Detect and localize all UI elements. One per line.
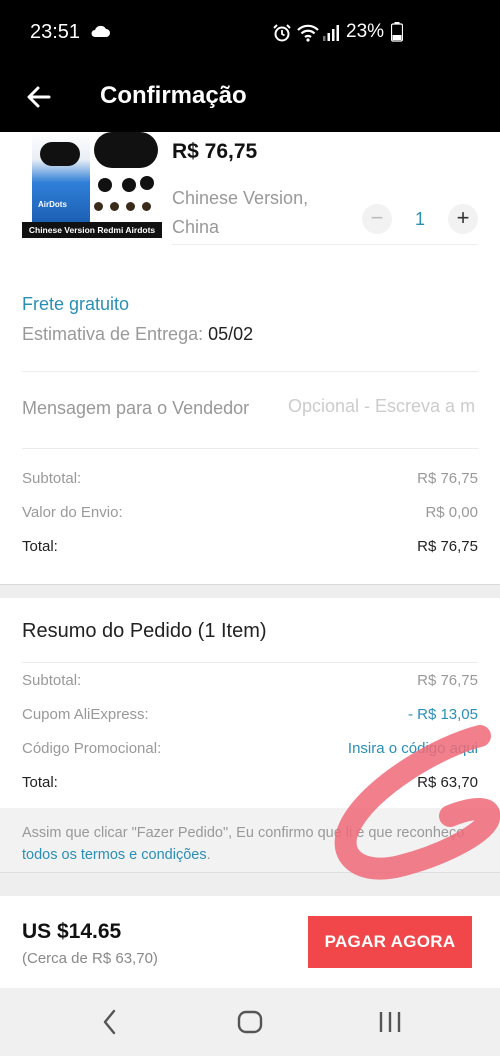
subtotal-value: R$ 76,75	[417, 470, 478, 487]
summary-subtotal-value: R$ 76,75	[417, 672, 478, 689]
terms-end: .	[206, 847, 211, 863]
quantity-plus-button[interactable]: +	[448, 204, 478, 234]
promo-code-label: Código Promocional:	[22, 740, 162, 757]
earbud-graphic	[140, 176, 154, 190]
total-row: Total: R$ 76,75	[22, 538, 478, 555]
seller-message-input[interactable]	[288, 396, 478, 417]
divider	[172, 244, 478, 245]
shipping-cost-value: R$ 0,00	[425, 504, 478, 521]
nav-back-icon[interactable]	[100, 1008, 120, 1036]
section-separator	[0, 584, 500, 598]
status-time: 23:51	[30, 21, 81, 43]
subtotal-row: Subtotal: R$ 76,75	[22, 470, 478, 487]
signal-icon	[323, 25, 339, 41]
charging-case-graphic	[40, 142, 80, 166]
summary-subtotal-row: Subtotal: R$ 76,75	[22, 672, 478, 689]
approx-total: (Cerca de R$ 63,70)	[22, 950, 158, 967]
alarm-icon	[273, 24, 291, 42]
battery-icon	[391, 22, 403, 42]
quantity-stepper: − 1 +	[362, 204, 478, 234]
system-nav-bar	[0, 988, 500, 1056]
divider	[22, 662, 478, 663]
ear-tip-graphic	[126, 202, 135, 211]
terms-link[interactable]: todos os termos e condições	[22, 847, 207, 863]
box-label: AirDots	[38, 200, 67, 209]
seller-message-row: Mensagem para o Vendedor	[22, 396, 478, 422]
product-image-caption: Chinese Version Redmi Airdots	[22, 222, 162, 238]
quantity-minus-button[interactable]: −	[362, 204, 392, 234]
product-image: AirDots Chinese Version Redmi Airdots	[22, 132, 162, 238]
promo-code-input-link[interactable]: Insira o código aqui	[348, 740, 478, 757]
app-bar: Confirmação	[0, 66, 500, 132]
ear-tip-graphic	[110, 202, 119, 211]
earbud-graphic	[98, 178, 112, 192]
delivery-estimate-label: Estimativa de Entrega:	[22, 324, 204, 344]
section-separator	[0, 872, 500, 896]
pay-now-button[interactable]: PAGAR AGORA	[308, 916, 472, 968]
ear-tip-graphic	[94, 202, 103, 211]
nav-home-icon[interactable]	[237, 1008, 263, 1036]
earbud-graphic	[122, 178, 136, 192]
free-shipping-label: Frete gratuito	[22, 294, 130, 314]
product-item: AirDots Chinese Version Redmi Airdots R$…	[0, 132, 500, 245]
coupon-row[interactable]: Cupom AliExpress: - R$ 13,05	[22, 706, 478, 723]
usd-total: US $14.65	[22, 920, 122, 943]
terms-notice: Assim que clicar "Fazer Pedido", Eu conf…	[0, 808, 500, 872]
cloud-icon	[91, 25, 110, 37]
summary-total-value: R$ 63,70	[417, 774, 478, 791]
divider	[22, 448, 478, 449]
coupon-value[interactable]: - R$ 13,05	[408, 706, 478, 723]
order-summary-title: Resumo do Pedido (1 Item)	[22, 620, 267, 642]
promo-code-row[interactable]: Código Promocional: Insira o código aqui	[22, 740, 478, 757]
nav-recents-icon[interactable]	[378, 1008, 402, 1036]
product-price: R$ 76,75	[172, 140, 258, 163]
summary-subtotal-label: Subtotal:	[22, 672, 82, 689]
delivery-estimate: Estimativa de Entrega: 05/02	[22, 324, 253, 345]
wifi-icon	[297, 24, 319, 42]
summary-total-label: Total:	[22, 774, 58, 791]
shipping-info: Frete gratuito Estimativa de Entrega: 05…	[22, 294, 253, 345]
shipping-cost-row: Valor do Envio: R$ 0,00	[22, 504, 478, 521]
ear-tip-graphic	[142, 202, 151, 211]
battery-percent: 23%	[346, 21, 385, 42]
coupon-label: Cupom AliExpress:	[22, 706, 149, 723]
product-variant: Chinese Version, China	[172, 188, 309, 237]
summary-total-row: Total: R$ 63,70	[22, 774, 478, 791]
terms-text: Assim que clicar "Fazer Pedido", Eu conf…	[22, 825, 465, 841]
quantity-value: 1	[414, 208, 425, 229]
page-title: Confirmação	[100, 82, 247, 109]
delivery-estimate-date: 05/02	[208, 324, 254, 344]
shipping-cost-label: Valor do Envio:	[22, 504, 123, 521]
charging-case-large-graphic	[94, 132, 158, 168]
status-bar: 23:51 23%	[0, 0, 500, 66]
checkout-footer: US $14.65 (Cerca de R$ 63,70) PAGAR AGOR…	[0, 896, 500, 988]
divider	[22, 371, 478, 372]
arrow-left-icon[interactable]	[24, 82, 54, 112]
subtotal-label: Subtotal:	[22, 470, 82, 487]
seller-message-label: Mensagem para o Vendedor	[22, 398, 250, 418]
total-label: Total:	[22, 538, 58, 555]
total-value: R$ 76,75	[417, 538, 478, 555]
